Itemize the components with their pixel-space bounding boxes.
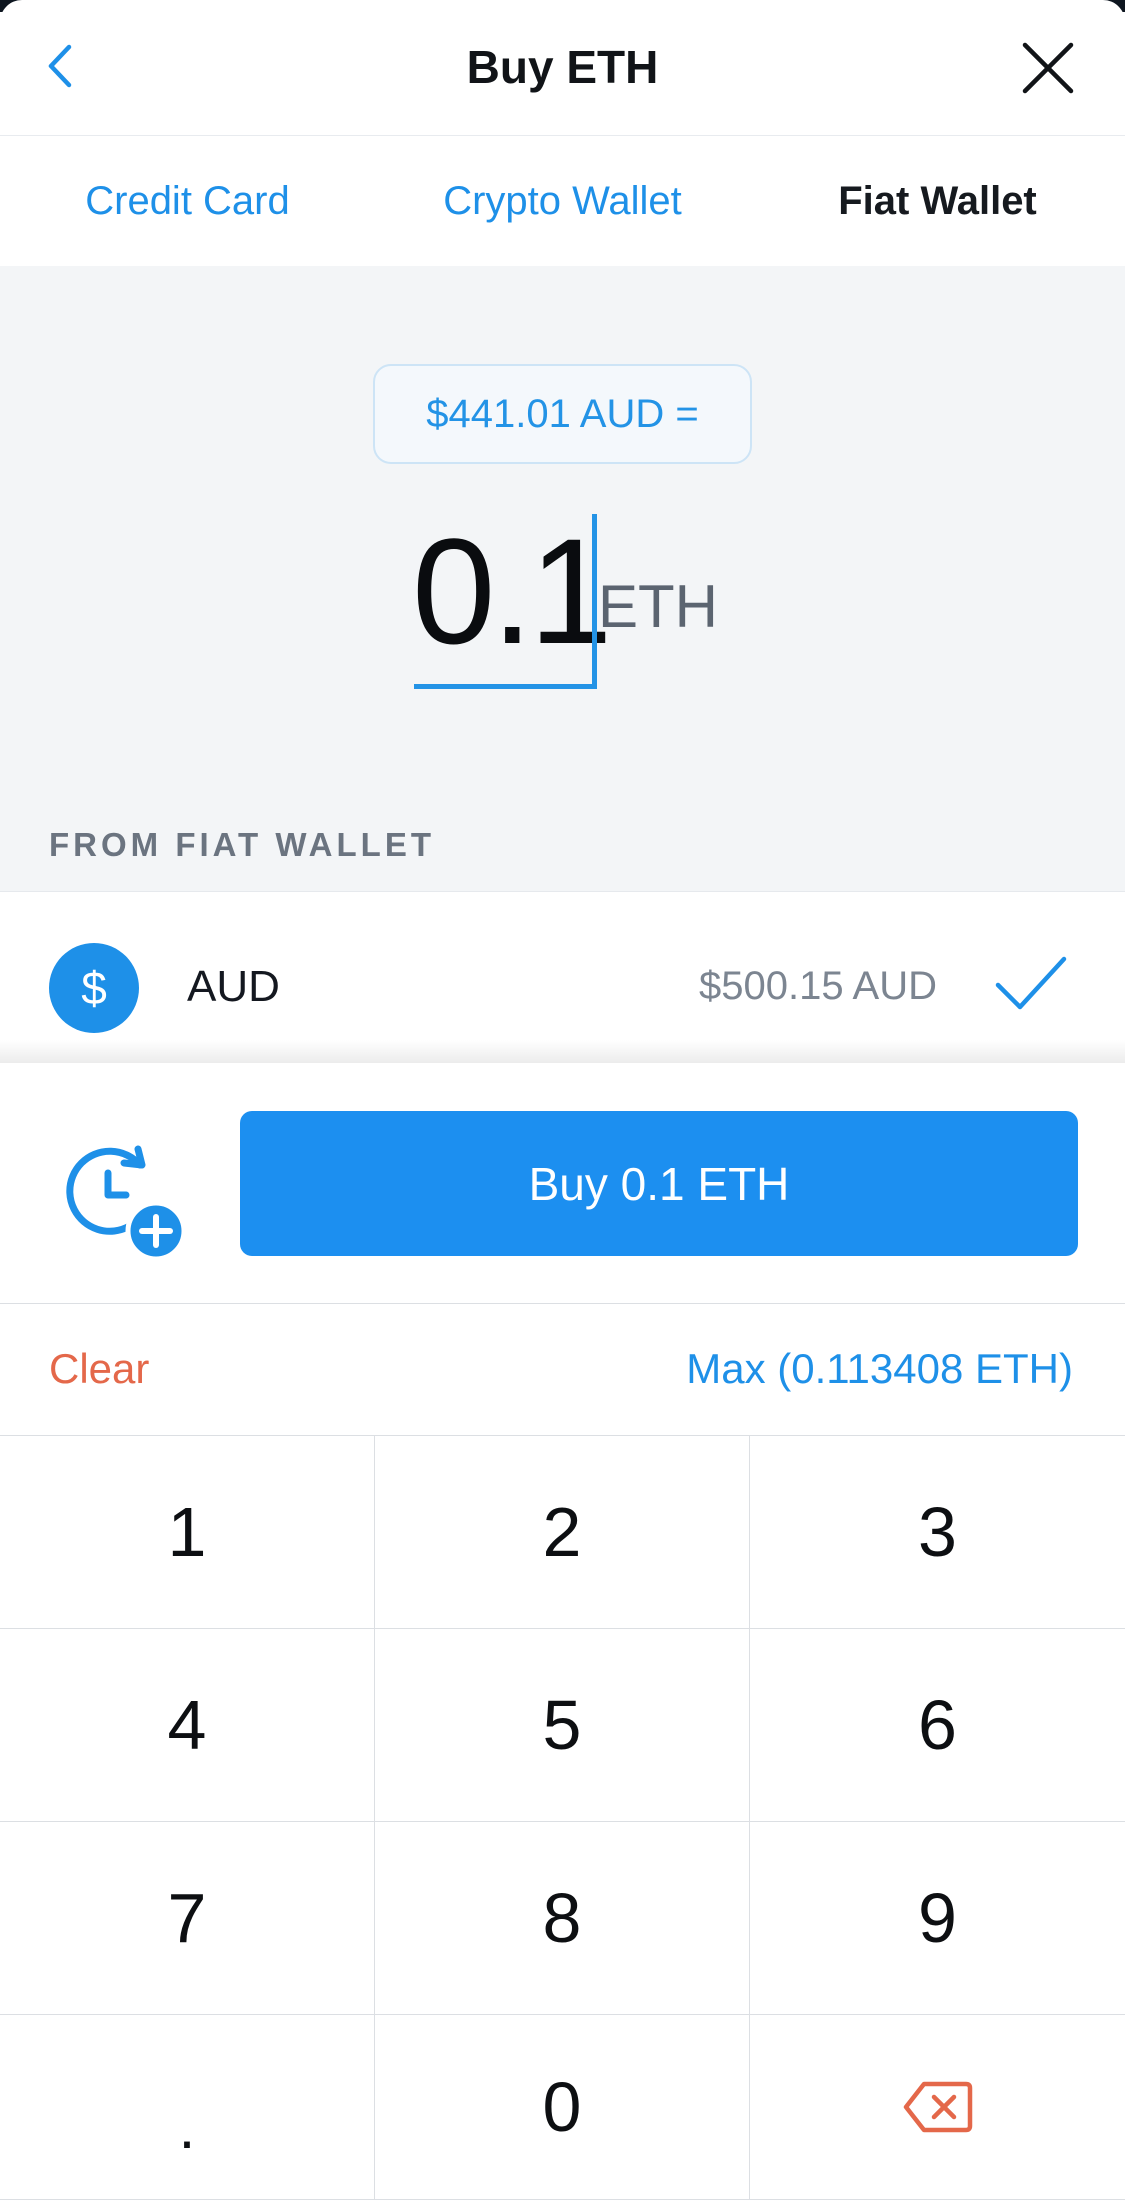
key-decimal[interactable]: . <box>0 2015 375 2200</box>
key-7[interactable]: 7 <box>0 1822 375 2015</box>
tab-crypto-wallet[interactable]: Crypto Wallet <box>375 137 750 266</box>
numeric-keypad: 1 2 3 4 5 6 7 8 9 . 0 <box>0 1436 1125 2200</box>
action-bar: Buy 0.1 ETH <box>0 1063 1125 1304</box>
key-4[interactable]: 4 <box>0 1629 375 1822</box>
amount-underline <box>414 684 597 689</box>
backspace-icon <box>903 2081 972 2133</box>
tab-credit-card[interactable]: Credit Card <box>0 137 375 266</box>
close-icon <box>1022 42 1074 94</box>
buy-button[interactable]: Buy 0.1 ETH <box>240 1111 1078 1256</box>
clear-button[interactable]: Clear <box>49 1345 149 1393</box>
payment-method-tabs: Credit Card Crypto Wallet Fiat Wallet <box>0 137 1125 266</box>
tab-fiat-wallet[interactable]: Fiat Wallet <box>750 137 1125 266</box>
amount-entry-area: $441.01 AUD = 0.1 ETH FROM FIAT WALLET <box>0 266 1125 891</box>
quick-actions-bar: Clear Max (0.113408 ETH) <box>0 1305 1125 1436</box>
amount-value[interactable]: 0.1 <box>412 516 613 666</box>
key-3[interactable]: 3 <box>750 1436 1125 1629</box>
text-caret <box>592 514 597 689</box>
checkmark-icon <box>995 956 1067 1010</box>
key-8[interactable]: 8 <box>375 1822 750 2015</box>
max-button[interactable]: Max (0.113408 ETH) <box>686 1345 1073 1393</box>
key-5[interactable]: 5 <box>375 1629 750 1822</box>
header: Buy ETH <box>0 0 1125 136</box>
wallet-row-aud[interactable]: $ AUD $500.15 AUD <box>0 891 1125 1061</box>
amount-unit: ETH <box>598 573 718 640</box>
key-6[interactable]: 6 <box>750 1629 1125 1822</box>
key-backspace[interactable] <box>750 2015 1125 2200</box>
sheet-shadow <box>0 1040 1125 1064</box>
close-button[interactable] <box>1018 38 1078 98</box>
key-1[interactable]: 1 <box>0 1436 375 1629</box>
key-0[interactable]: 0 <box>375 2015 750 2200</box>
wallet-balance: $500.15 AUD <box>699 964 937 1008</box>
wallet-name: AUD <box>187 962 280 1011</box>
page-title: Buy ETH <box>466 41 659 93</box>
dollar-coin-icon: $ <box>49 943 139 1033</box>
recurring-buy-icon <box>66 1145 187 1262</box>
key-9[interactable]: 9 <box>750 1822 1125 2015</box>
section-label: FROM FIAT WALLET <box>49 826 435 863</box>
key-2[interactable]: 2 <box>375 1436 750 1629</box>
fiat-equivalent-toggle[interactable]: $441.01 AUD = <box>373 364 752 464</box>
recurring-buy-button[interactable] <box>60 1143 190 1263</box>
